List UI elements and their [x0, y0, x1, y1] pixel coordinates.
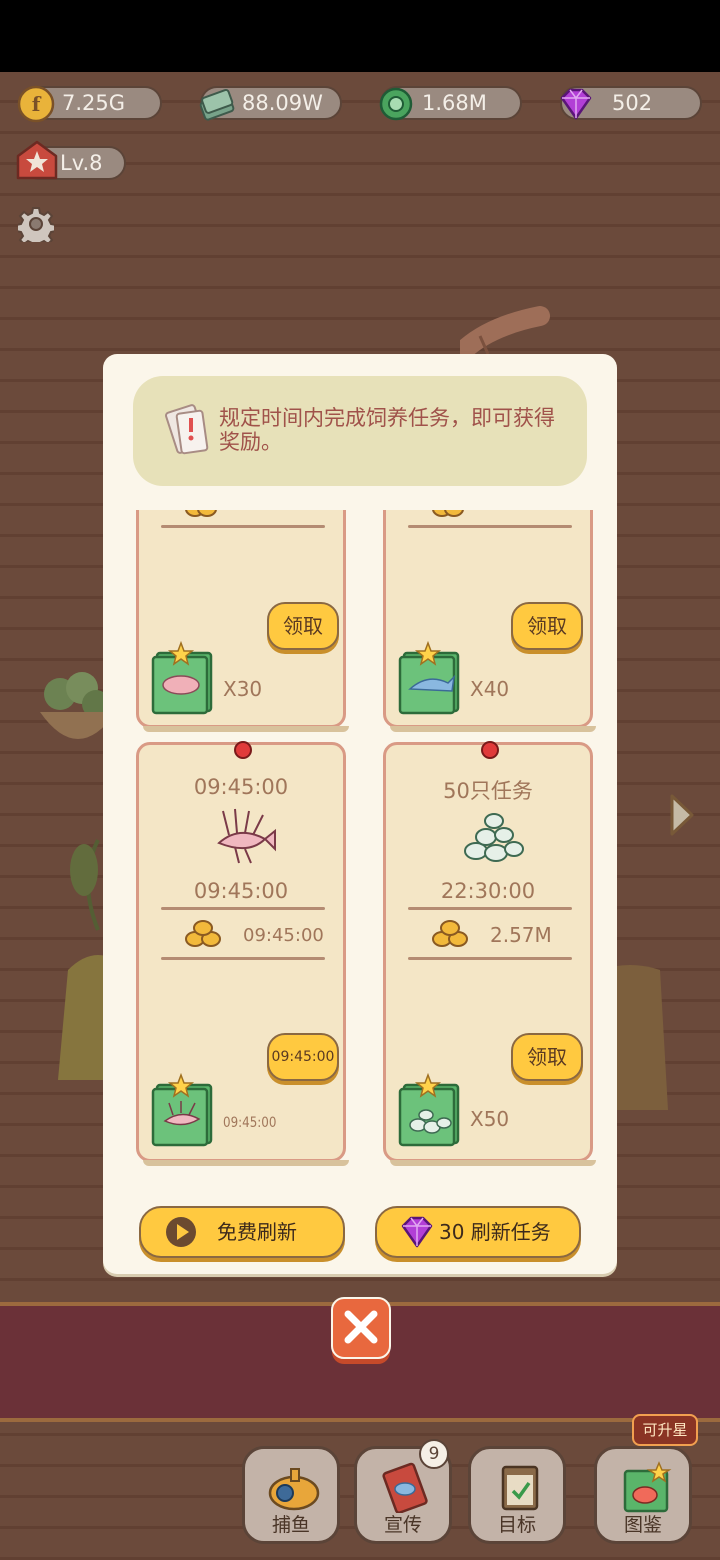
- feed-value: 1.68M: [422, 91, 487, 115]
- divider: [408, 907, 572, 910]
- food-book-icon: [398, 1072, 460, 1147]
- claim-button[interactable]: 领取: [511, 602, 583, 650]
- claim-button[interactable]: 领取: [267, 602, 339, 650]
- level-star-icon: [16, 140, 58, 180]
- close-button[interactable]: [330, 1296, 392, 1368]
- divider: [161, 907, 325, 910]
- white-food-icon: [464, 813, 524, 862]
- nav-label: 捕鱼: [271, 1514, 310, 1536]
- gold-coin-icon: f: [17, 85, 55, 123]
- flyer-icon: [382, 1462, 428, 1513]
- pin-icon: [234, 741, 252, 759]
- reward-amount: 09:45:00: [243, 925, 324, 946]
- nav-label: 图鉴: [623, 1514, 662, 1536]
- divider: [408, 525, 572, 528]
- lionfish-icon: [217, 808, 276, 864]
- free-refresh-label: 免费刷新: [217, 1220, 297, 1244]
- lionfish-book-icon: [151, 1072, 213, 1147]
- nav-promotion[interactable]: 宣传 9: [354, 1439, 452, 1544]
- cash-counter: 88.09W: [199, 86, 342, 121]
- item-quantity: 09:45:00: [223, 1115, 277, 1131]
- claim-button[interactable]: 领取: [511, 1033, 583, 1081]
- coin-pile-icon: [185, 510, 217, 517]
- submarine-icon: [268, 1468, 320, 1511]
- item-quantity: X50: [470, 1107, 510, 1131]
- nav-label: 宣传: [383, 1514, 422, 1536]
- nav-fishing[interactable]: 捕鱼: [242, 1446, 340, 1544]
- play-video-icon: [166, 1217, 196, 1247]
- divider: [408, 957, 572, 960]
- gem-counter: 502: [560, 86, 702, 120]
- cash-stack-icon: [199, 88, 235, 121]
- item-quantity: X30: [223, 677, 263, 701]
- fish-book-icon: [398, 640, 460, 715]
- item-quantity: X40: [470, 677, 510, 701]
- notification-badge: 9: [419, 1439, 449, 1469]
- svg-text:f: f: [32, 92, 42, 116]
- free-refresh-button[interactable]: 免费刷新: [139, 1206, 345, 1258]
- gem-refresh-button[interactable]: 30 刷新任务: [375, 1206, 581, 1258]
- coin-pile-icon: [432, 920, 468, 947]
- fish-book-icon: [151, 640, 213, 715]
- pin-icon: [481, 741, 499, 759]
- countdown-timer: 09:45:00: [193, 879, 289, 903]
- task-description: 规定时间内完成饲养任务，即可获得奖励。: [219, 406, 555, 454]
- reward-amount: 2.57M: [490, 923, 552, 947]
- nav-label: 目标: [497, 1514, 536, 1536]
- nav-goals[interactable]: 目标: [468, 1446, 566, 1544]
- task-title: 09:45:00: [193, 775, 289, 799]
- level-indicator: Lv.8: [16, 140, 126, 180]
- task-card: 09:45:00 09:45:00 09:45:00 09:45:00 09:4…: [136, 741, 349, 1166]
- level-value: Lv.8: [60, 151, 103, 175]
- gold-value: 7.25G: [62, 91, 126, 115]
- cash-value: 88.09W: [242, 91, 323, 115]
- divider: [161, 525, 325, 528]
- feed-counter: 1.68M: [379, 86, 522, 121]
- status-bar: [0, 0, 720, 72]
- claim-button[interactable]: 09:45:00: [267, 1033, 339, 1081]
- task-info-banner: 规定时间内完成饲养任务，即可获得奖励。: [133, 376, 587, 486]
- gem-value: 502: [612, 91, 653, 115]
- notice-paper-icon: [165, 404, 209, 455]
- coin-pile-icon: [432, 510, 464, 517]
- task-card-list[interactable]: 领取 X30 领取 X40 09:45:00 09:45:00 09:45:00…: [133, 510, 599, 1170]
- green-feed-icon: [379, 87, 413, 121]
- feeding-task-dialog: 规定时间内完成饲养任务，即可获得奖励。 领取 X30 领取 X40 09:45:…: [103, 354, 617, 1274]
- coin-pile-icon: [185, 920, 221, 947]
- album-icon: [623, 1461, 672, 1513]
- clipboard-icon: [501, 1465, 539, 1511]
- purple-gem-icon: [560, 88, 592, 120]
- countdown-timer: 22:30:00: [440, 879, 536, 903]
- upgrade-star-tag: 可升星: [632, 1414, 698, 1446]
- nav-album[interactable]: 图鉴: [594, 1446, 692, 1544]
- task-title: 50只任务: [443, 779, 533, 803]
- gold-counter: f 7.25G: [17, 85, 162, 123]
- task-card: 50只任务 22:30:00 2.57M 领取 X50: [383, 741, 596, 1166]
- task-card: 领取 X40: [383, 510, 596, 732]
- task-card: 领取 X30: [136, 510, 349, 732]
- settings-gear-icon[interactable]: [18, 206, 54, 242]
- divider: [161, 957, 325, 960]
- purple-gem-icon: [401, 1216, 433, 1248]
- gem-refresh-label: 30 刷新任务: [439, 1220, 551, 1244]
